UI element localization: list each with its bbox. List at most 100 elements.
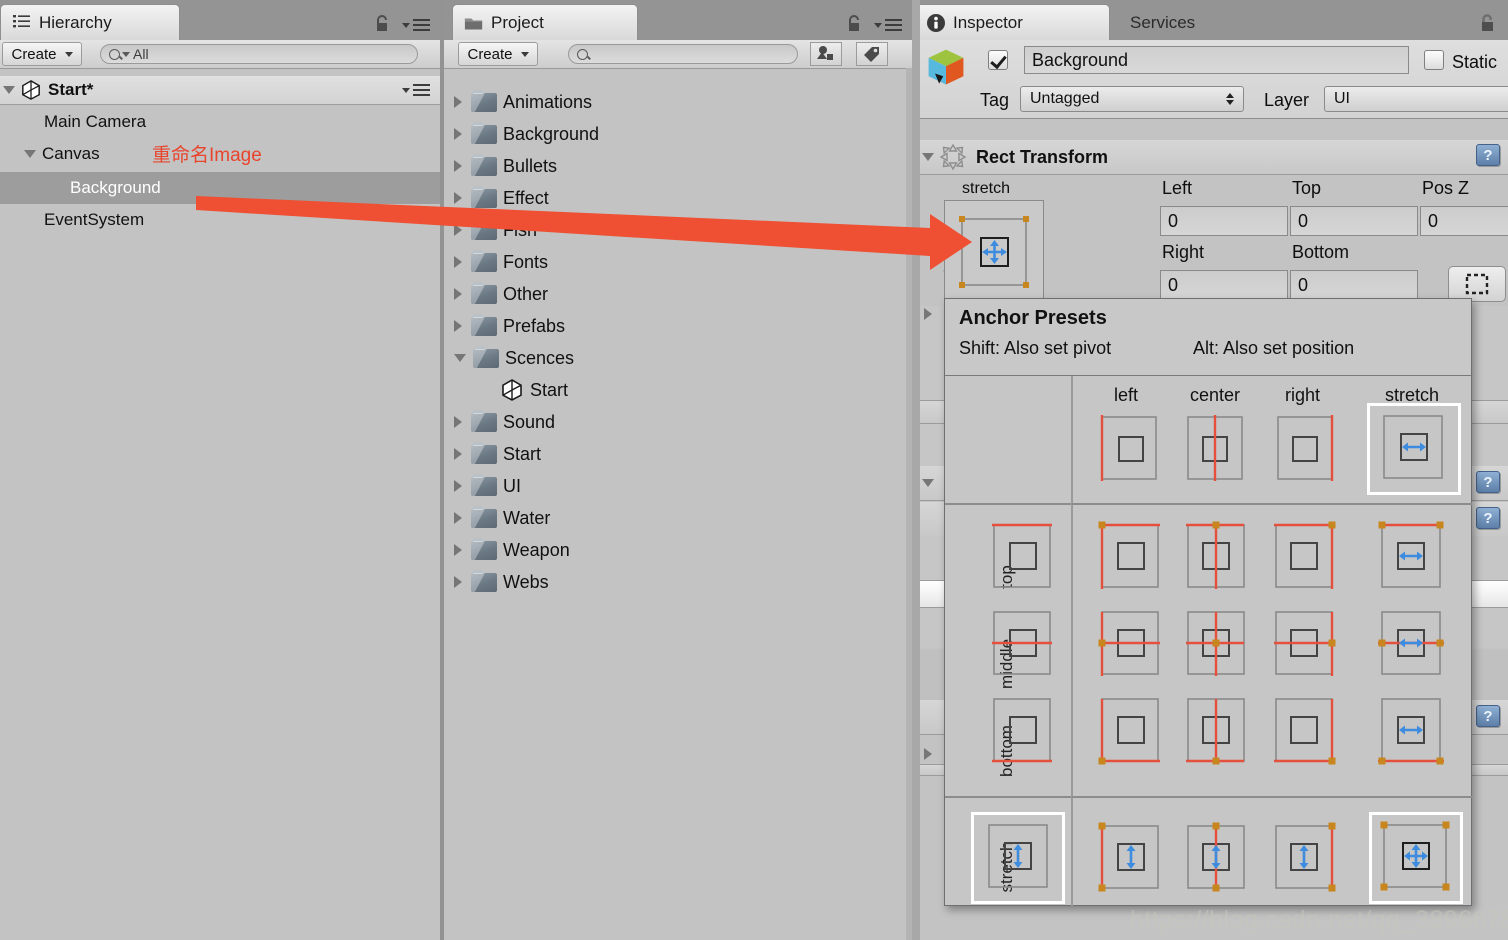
project-item-fish[interactable]: Fish xyxy=(454,214,537,246)
field-left[interactable]: 0 xyxy=(1160,206,1288,236)
anchor-preset-header-stretch-selected[interactable] xyxy=(1367,403,1461,495)
anchor-preset-bottom-stretch[interactable] xyxy=(1373,691,1449,771)
hierarchy-create-button[interactable]: Create xyxy=(2,42,82,66)
project-item-animations[interactable]: Animations xyxy=(454,86,592,118)
anchor-preset-header-left[interactable] xyxy=(1091,409,1167,489)
expand-triangle-icon[interactable] xyxy=(454,576,462,588)
hierarchy-panel-menu-icon[interactable] xyxy=(402,19,430,31)
project-item-scences[interactable]: Scences xyxy=(454,342,574,374)
expand-triangle-icon[interactable] xyxy=(454,256,462,268)
blueprint-mode-button[interactable] xyxy=(1448,266,1506,302)
object-name-field[interactable]: Background xyxy=(1024,46,1409,74)
expand-triangle-icon[interactable] xyxy=(454,480,462,492)
section-expand-triangle-icon-2[interactable] xyxy=(924,748,932,760)
expand-triangle-icon[interactable] xyxy=(454,128,462,140)
anchor-preset-stretch-stretch-selected[interactable] xyxy=(1369,812,1463,904)
expand-triangle-icon[interactable] xyxy=(454,416,462,428)
tab-project[interactable]: Project xyxy=(452,4,638,40)
inspector-lock-icon[interactable] xyxy=(1478,13,1496,37)
rect-transform-header[interactable]: Rect Transform ? xyxy=(912,140,1508,175)
anchor-preset-stretch-left[interactable] xyxy=(1091,818,1167,898)
project-panel-menu-icon[interactable] xyxy=(874,19,902,31)
expand-triangle-icon[interactable] xyxy=(454,192,462,204)
expand-triangle-icon[interactable] xyxy=(454,224,462,236)
project-item-other[interactable]: Other xyxy=(454,278,548,310)
anchor-preset-header-center[interactable] xyxy=(1177,409,1253,489)
expand-triangle-icon[interactable] xyxy=(454,160,462,172)
project-search-input[interactable] xyxy=(568,44,798,64)
help-icon[interactable]: ? xyxy=(1476,507,1500,529)
expand-triangle-icon[interactable] xyxy=(454,544,462,556)
tab-services[interactable]: Services xyxy=(1118,4,1258,40)
anchor-preset-bottom-right[interactable] xyxy=(1267,691,1343,771)
anchor-preset-top-right[interactable] xyxy=(1267,517,1343,597)
hierarchy-item-main-camera[interactable]: Main Camera xyxy=(0,106,440,138)
field-top[interactable]: 0 xyxy=(1290,206,1418,236)
project-item-ui[interactable]: UI xyxy=(454,470,521,502)
help-icon[interactable]: ? xyxy=(1476,471,1500,493)
hierarchy-item-eventsystem[interactable]: EventSystem xyxy=(0,204,440,236)
anchor-preset-header-right[interactable] xyxy=(1267,409,1343,489)
anchor-preset-stretch-only-selected[interactable] xyxy=(971,812,1065,904)
scene-row-menu-icon[interactable] xyxy=(402,84,430,96)
hierarchy-search-input[interactable]: All xyxy=(100,44,418,64)
object-filter-icon[interactable] xyxy=(810,42,842,66)
anchor-preset-preview-button[interactable] xyxy=(944,200,1044,304)
canvas-expand-triangle-icon[interactable] xyxy=(24,150,36,158)
anchor-preset-bottom-only[interactable] xyxy=(983,691,1059,771)
expand-triangle-icon[interactable] xyxy=(454,96,462,108)
anchor-presets-popup[interactable]: Anchor Presets Shift: Also set pivot Alt… xyxy=(944,298,1472,906)
project-lock-icon[interactable] xyxy=(846,15,862,37)
expand-triangle-icon[interactable] xyxy=(454,320,462,332)
project-item-background[interactable]: Background xyxy=(454,118,599,150)
anchor-preset-bottom-left[interactable] xyxy=(1091,691,1167,771)
project-item-water[interactable]: Water xyxy=(454,502,550,534)
object-enabled-checkbox[interactable] xyxy=(988,50,1008,70)
project-item-weapon[interactable]: Weapon xyxy=(454,534,570,566)
help-icon[interactable]: ? xyxy=(1476,705,1500,727)
anchor-preset-middle-center[interactable] xyxy=(1177,604,1253,684)
anchor-preset-middle-only[interactable] xyxy=(983,604,1059,684)
tab-inspector[interactable]: Inspector xyxy=(914,4,1110,40)
project-item-fonts[interactable]: Fonts xyxy=(454,246,548,278)
field-right[interactable]: 0 xyxy=(1160,270,1288,300)
project-item-start[interactable]: Start xyxy=(454,438,541,470)
hierarchy-scene-row[interactable]: Start* xyxy=(0,76,440,105)
project-item-scene-start[interactable]: Start xyxy=(500,374,568,406)
anchor-grid-hr-3 xyxy=(1072,796,1472,798)
component-collapse-triangle-icon[interactable] xyxy=(922,479,934,487)
section-expand-triangle-icon[interactable] xyxy=(924,308,932,320)
scene-expand-triangle-icon[interactable] xyxy=(3,86,15,94)
help-icon[interactable]: ? xyxy=(1476,144,1500,166)
anchor-preset-bottom-center[interactable] xyxy=(1177,691,1253,771)
project-create-button[interactable]: Create xyxy=(458,42,538,66)
anchor-preset-top-only[interactable] xyxy=(983,517,1059,597)
layer-dropdown[interactable]: UI xyxy=(1324,86,1508,112)
anchor-preset-middle-stretch[interactable] xyxy=(1373,604,1449,684)
component-collapse-triangle-icon[interactable] xyxy=(922,153,934,161)
project-item-webs[interactable]: Webs xyxy=(454,566,549,598)
expand-triangle-icon[interactable] xyxy=(454,354,466,362)
hierarchy-item-background[interactable]: Background xyxy=(0,172,440,204)
tag-dropdown[interactable]: Untagged xyxy=(1020,86,1244,112)
anchor-preset-middle-right[interactable] xyxy=(1267,604,1343,684)
expand-triangle-icon[interactable] xyxy=(454,448,462,460)
anchor-preset-stretch-right[interactable] xyxy=(1267,818,1343,898)
static-checkbox[interactable] xyxy=(1424,50,1444,70)
expand-triangle-icon[interactable] xyxy=(454,288,462,300)
project-item-bullets[interactable]: Bullets xyxy=(454,150,557,182)
anchor-preset-top-stretch[interactable] xyxy=(1373,517,1449,597)
hierarchy-lock-icon[interactable] xyxy=(374,15,390,37)
project-item-effect[interactable]: Effect xyxy=(454,182,549,214)
project-item-prefabs[interactable]: Prefabs xyxy=(454,310,565,342)
project-item-sound[interactable]: Sound xyxy=(454,406,555,438)
expand-triangle-icon[interactable] xyxy=(454,512,462,524)
anchor-preset-top-left[interactable] xyxy=(1091,517,1167,597)
field-bottom[interactable]: 0 xyxy=(1290,270,1418,300)
anchor-preset-top-center[interactable] xyxy=(1177,517,1253,597)
field-pos-z[interactable]: 0 xyxy=(1420,206,1508,236)
tab-hierarchy[interactable]: Hierarchy xyxy=(0,4,180,40)
anchor-preset-middle-left[interactable] xyxy=(1091,604,1167,684)
anchor-preset-stretch-center[interactable] xyxy=(1177,818,1253,898)
label-tag-icon[interactable] xyxy=(856,42,888,66)
